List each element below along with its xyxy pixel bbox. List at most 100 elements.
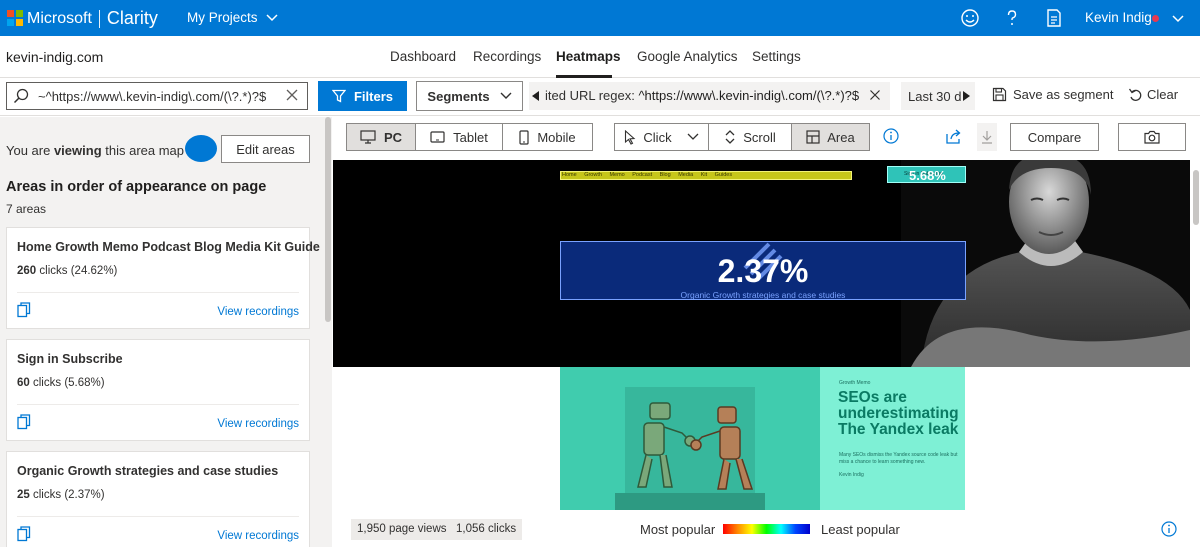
mode-click-label: Click — [643, 129, 672, 145]
brand-company: Microsoft — [27, 9, 92, 27]
copy-icon[interactable] — [17, 414, 31, 430]
area-title: Organic Growth strategies and case studi… — [17, 464, 279, 478]
area-clicks: 25 clicks (2.37%) — [17, 489, 105, 501]
heatmap-stats-bar: 1,950 page views 1,056 clicks Most popul… — [332, 510, 1200, 547]
view-recordings-link[interactable]: View recordings — [217, 530, 299, 542]
compare-button[interactable]: Compare — [1010, 123, 1099, 151]
mode-area-button[interactable]: Area — [792, 124, 869, 150]
chevron-down-icon — [265, 13, 278, 21]
card-divider — [17, 292, 299, 293]
scroll-left-icon[interactable] — [532, 91, 539, 101]
sidebar-scrollbar[interactable] — [325, 117, 331, 322]
filter-chip-value: ^https://www\.kevin-indig\.com/(\?.*)?$ — [638, 88, 860, 103]
tab-settings[interactable]: Settings — [752, 49, 801, 64]
scroll-right-icon[interactable] — [963, 91, 970, 101]
area-card[interactable]: Sign in Subscribe 60 clicks (5.68%) View… — [6, 339, 310, 441]
copy-icon[interactable] — [17, 526, 31, 542]
microsoft-logo-icon[interactable] — [7, 10, 23, 26]
device-mobile-button[interactable]: Mobile — [503, 124, 592, 150]
viewing-post: this area map — [101, 143, 185, 158]
mobile-icon — [519, 129, 529, 145]
area-click-count: 260 — [17, 265, 37, 277]
clear-button[interactable]: Clear — [1128, 87, 1178, 102]
area-click-count: 60 — [17, 377, 30, 389]
screenshot-button[interactable] — [1118, 123, 1186, 151]
brand-product: Clarity — [106, 8, 158, 28]
tab-heatmaps[interactable]: Heatmaps — [556, 49, 621, 64]
area-clicks-word: clicks — [33, 377, 62, 389]
article-robots-image — [560, 367, 820, 510]
project-nav: kevin-indig.com Dashboard Recordings Hea… — [0, 36, 1200, 78]
view-recordings-link[interactable]: View recordings — [217, 418, 299, 430]
download-button[interactable] — [977, 123, 997, 151]
smiley-icon[interactable] — [960, 8, 980, 28]
clicks-badge: 1,056 clicks — [450, 519, 523, 540]
funnel-icon — [331, 89, 346, 103]
preview-scrollbar[interactable] — [1193, 170, 1199, 225]
tab-recordings[interactable]: Recordings — [473, 49, 541, 64]
chevron-down-icon[interactable] — [1172, 11, 1184, 25]
mode-scroll-label: Scroll — [743, 129, 776, 145]
copy-icon[interactable] — [17, 302, 31, 318]
date-range-label: Last 30 d — [908, 89, 962, 104]
area-overlay-article[interactable]: Growth Memo SEOs are underestimating The… — [560, 367, 965, 510]
document-icon[interactable] — [1044, 8, 1064, 28]
search-value: ~^https://www\.kevin-indig\.com/(\?.*)?$ — [38, 89, 267, 104]
mode-click-button[interactable]: Click — [615, 124, 709, 150]
article-author: Kevin Indig — [839, 472, 864, 478]
desktop-icon — [360, 130, 376, 144]
info-icon[interactable] — [883, 128, 899, 144]
areas-title: Areas in order of appearance on page — [6, 179, 267, 195]
tab-google-analytics[interactable]: Google Analytics — [637, 49, 738, 64]
heatmap-mode-selector: Click Scroll Area — [614, 123, 870, 151]
close-icon[interactable] — [285, 88, 299, 102]
popularity-gradient-legend — [723, 524, 810, 534]
url-search-input[interactable]: ~^https://www\.kevin-indig\.com/(\?.*)?$ — [6, 82, 308, 110]
user-name[interactable]: Kevin Indig — [1085, 10, 1152, 25]
area-overlay-hero[interactable]: 2.37% Organic Growth strategies and case… — [560, 241, 966, 300]
device-pc-button[interactable]: PC — [347, 124, 416, 150]
view-recordings-link[interactable]: View recordings — [217, 306, 299, 318]
heatmap-toolbar: PC Tablet Mobile Click Scroll Area Compa… — [332, 117, 1200, 157]
area-card[interactable]: Organic Growth strategies and case studi… — [6, 451, 310, 547]
camera-icon — [1144, 130, 1160, 144]
tab-dashboard[interactable]: Dashboard — [390, 49, 456, 64]
mode-scroll-button[interactable]: Scroll — [709, 124, 792, 150]
area-grid-icon — [806, 130, 820, 144]
chevron-down-icon — [500, 92, 512, 99]
area-clicks-word: clicks — [39, 265, 68, 277]
area-overlay-subscribe[interactable]: Sign in Subscribe 5.68% — [887, 166, 966, 183]
filters-button[interactable]: Filters — [318, 81, 407, 111]
area-clicks: 260 clicks (24.62%) — [17, 265, 117, 277]
cursor-icon — [625, 129, 636, 145]
view-mode-toggle[interactable] — [185, 135, 217, 162]
page-hero-section: Home Growth Memo Podcast Blog Media Kit … — [333, 160, 1190, 367]
url-filter-chip[interactable]: ited URL regex: ^https://www\.kevin-indi… — [529, 82, 890, 110]
share-icon[interactable] — [945, 127, 963, 145]
device-selector: PC Tablet Mobile — [346, 123, 593, 151]
heatmap-preview[interactable]: Home Growth Memo Podcast Blog Media Kit … — [333, 160, 1190, 510]
save-as-segment-button[interactable]: Save as segment — [992, 87, 1113, 102]
edit-areas-button[interactable]: Edit areas — [221, 135, 310, 163]
legend-least-popular: Least popular — [821, 522, 900, 537]
viewing-status: You are viewing this area map — [6, 143, 184, 158]
app-brand[interactable]: Microsoft Clarity — [27, 8, 158, 29]
segments-dropdown[interactable]: Segments — [416, 81, 523, 111]
close-icon[interactable] — [868, 88, 882, 102]
date-range-chip[interactable]: Last 30 d — [901, 82, 975, 110]
help-icon[interactable] — [1002, 8, 1022, 28]
my-projects-menu[interactable]: My Projects — [187, 10, 278, 25]
tablet-icon — [430, 131, 445, 143]
top-bar: Microsoft Clarity My Projects Kevin Indi… — [0, 0, 1200, 36]
site-name: kevin-indig.com — [6, 49, 104, 65]
info-icon[interactable] — [1161, 521, 1177, 537]
area-clicks-word: clicks — [33, 489, 62, 501]
area-overlay-navigation[interactable]: Home Growth Memo Podcast Blog Media Kit … — [560, 171, 852, 180]
article-body: Many SEOs dismiss the Yandex source code… — [839, 452, 958, 465]
device-pc-label: PC — [383, 129, 403, 145]
device-tablet-button[interactable]: Tablet — [416, 124, 503, 150]
filter-bar: ~^https://www\.kevin-indig\.com/(\?.*)?$… — [0, 78, 1200, 116]
area-click-percent: (2.37%) — [64, 489, 105, 501]
area-card[interactable]: Home Growth Memo Podcast Blog Media Kit … — [6, 227, 320, 329]
scroll-icon — [725, 130, 735, 144]
